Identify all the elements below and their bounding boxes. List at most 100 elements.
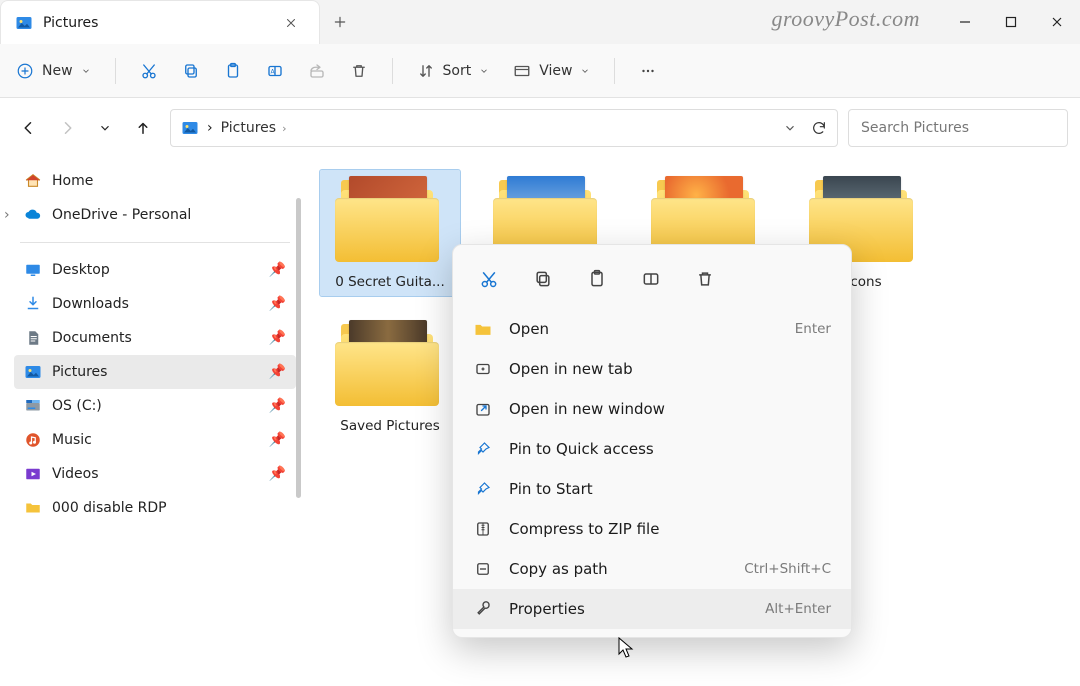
pin-icon <box>473 439 493 459</box>
toolbar-separator <box>614 58 615 84</box>
ctx-open[interactable]: Open Enter <box>453 309 851 349</box>
drive-icon <box>24 397 42 415</box>
view-label: View <box>539 63 572 79</box>
view-icon <box>513 62 531 80</box>
ctx-copypath-accel: Ctrl+Shift+C <box>744 561 831 577</box>
chevron-down-icon <box>81 66 91 76</box>
pictures-icon <box>181 119 199 137</box>
ctx-open-new-window[interactable]: Open in new window <box>453 389 851 429</box>
folder-icon <box>24 499 42 517</box>
ctx-compress-zip[interactable]: Compress to ZIP file <box>453 509 851 549</box>
pin-icon: 📌 <box>269 262 286 278</box>
ctx-rename-button[interactable] <box>633 261 669 297</box>
sidebar-item-label: Desktop <box>52 262 110 278</box>
sidebar-item-downloads[interactable]: Downloads 📌 <box>14 287 296 321</box>
pictures-icon <box>24 363 42 381</box>
copy-path-icon <box>473 559 493 579</box>
address-history-button[interactable] <box>783 121 797 135</box>
sidebar-item-pictures[interactable]: Pictures 📌 <box>14 355 296 389</box>
address-bar[interactable]: › Pictures › <box>170 109 838 147</box>
rename-button[interactable]: A <box>256 56 294 86</box>
ctx-pin-start[interactable]: Pin to Start <box>453 469 851 509</box>
downloads-icon <box>24 295 42 313</box>
sidebar-item-desktop[interactable]: Desktop 📌 <box>14 253 296 287</box>
new-button[interactable]: New <box>6 56 101 86</box>
sidebar-item-home[interactable]: Home <box>14 164 296 198</box>
zip-icon <box>473 519 493 539</box>
breadcrumb-item[interactable]: Pictures <box>221 120 276 136</box>
sidebar-item-label: Documents <box>52 330 132 346</box>
ctx-pinquick-label: Pin to Quick access <box>509 440 831 458</box>
minimize-button[interactable] <box>942 0 988 44</box>
sort-label: Sort <box>443 63 472 79</box>
maximize-button[interactable] <box>988 0 1034 44</box>
ctx-zip-label: Compress to ZIP file <box>509 520 831 538</box>
refresh-button[interactable] <box>811 120 827 136</box>
chevron-down-icon <box>580 66 590 76</box>
ctx-cut-button[interactable] <box>471 261 507 297</box>
sidebar-item-folder[interactable]: 000 disable RDP <box>14 491 296 525</box>
ctx-pin-quick-access[interactable]: Pin to Quick access <box>453 429 851 469</box>
folder-item[interactable]: Saved Pictures <box>320 314 460 440</box>
new-label: New <box>42 63 73 79</box>
sort-icon <box>417 62 435 80</box>
sidebar-item-label: Videos <box>52 466 99 482</box>
sidebar-item-documents[interactable]: Documents 📌 <box>14 321 296 355</box>
ctx-open-accel: Enter <box>795 321 831 337</box>
folder-item[interactable]: 0 Secret Guita... <box>320 170 460 296</box>
new-tab-icon <box>473 359 493 379</box>
copy-button[interactable] <box>172 56 210 86</box>
onedrive-icon <box>24 206 42 224</box>
search-input[interactable]: Search Pictures <box>848 109 1068 147</box>
cut-button[interactable] <box>130 56 168 86</box>
sidebar-item-label: Downloads <box>52 296 129 312</box>
folder-label: 0 Secret Guita... <box>326 274 454 290</box>
context-toolbar <box>453 251 851 309</box>
ctx-delete-button[interactable] <box>687 261 723 297</box>
breadcrumb-separator: › <box>207 120 213 136</box>
sidebar-separator <box>20 242 290 243</box>
back-button[interactable] <box>12 111 46 145</box>
view-button[interactable]: View <box>503 56 600 86</box>
window-controls <box>942 0 1080 44</box>
forward-button[interactable] <box>50 111 84 145</box>
close-window-button[interactable] <box>1034 0 1080 44</box>
ctx-properties[interactable]: Properties Alt+Enter <box>453 589 851 629</box>
up-button[interactable] <box>126 111 160 145</box>
ctx-copy-as-path[interactable]: Copy as path Ctrl+Shift+C <box>453 549 851 589</box>
toolbar-separator <box>392 58 393 84</box>
recent-locations-button[interactable] <box>88 111 122 145</box>
ctx-copy-button[interactable] <box>525 261 561 297</box>
more-button[interactable] <box>629 56 667 86</box>
ctx-properties-accel: Alt+Enter <box>765 601 831 617</box>
sidebar-item-label: OS (C:) <box>52 398 102 414</box>
ctx-paste-button[interactable] <box>579 261 615 297</box>
titlebar: Pictures groovyPost.com <box>0 0 1080 44</box>
pin-icon: 📌 <box>269 466 286 482</box>
ctx-open-new-tab[interactable]: Open in new tab <box>453 349 851 389</box>
delete-button[interactable] <box>340 56 378 86</box>
pin-icon <box>473 479 493 499</box>
new-window-icon <box>473 399 493 419</box>
new-tab-button[interactable] <box>320 0 360 44</box>
ctx-copypath-label: Copy as path <box>509 560 728 578</box>
navigation-bar: › Pictures › Search Pictures <box>0 98 1080 158</box>
sidebar-item-music[interactable]: Music 📌 <box>14 423 296 457</box>
folder-icon <box>335 176 445 266</box>
share-button[interactable] <box>298 56 336 86</box>
search-placeholder: Search Pictures <box>861 120 969 136</box>
sidebar-item-os-c[interactable]: OS (C:) 📌 <box>14 389 296 423</box>
paste-button[interactable] <box>214 56 252 86</box>
properties-icon <box>473 599 493 619</box>
plus-circle-icon <box>16 62 34 80</box>
sidebar-item-onedrive[interactable]: OneDrive - Personal <box>14 198 296 232</box>
ctx-newwin-label: Open in new window <box>509 400 831 418</box>
sort-button[interactable]: Sort <box>407 56 500 86</box>
tab-pictures[interactable]: Pictures <box>0 0 320 44</box>
breadcrumb[interactable]: Pictures › <box>221 120 775 136</box>
pin-icon: 📌 <box>269 296 286 312</box>
tab-close-button[interactable] <box>277 9 305 37</box>
ctx-newtab-label: Open in new tab <box>509 360 831 378</box>
sidebar-item-videos[interactable]: Videos 📌 <box>14 457 296 491</box>
pin-icon: 📌 <box>269 364 286 380</box>
